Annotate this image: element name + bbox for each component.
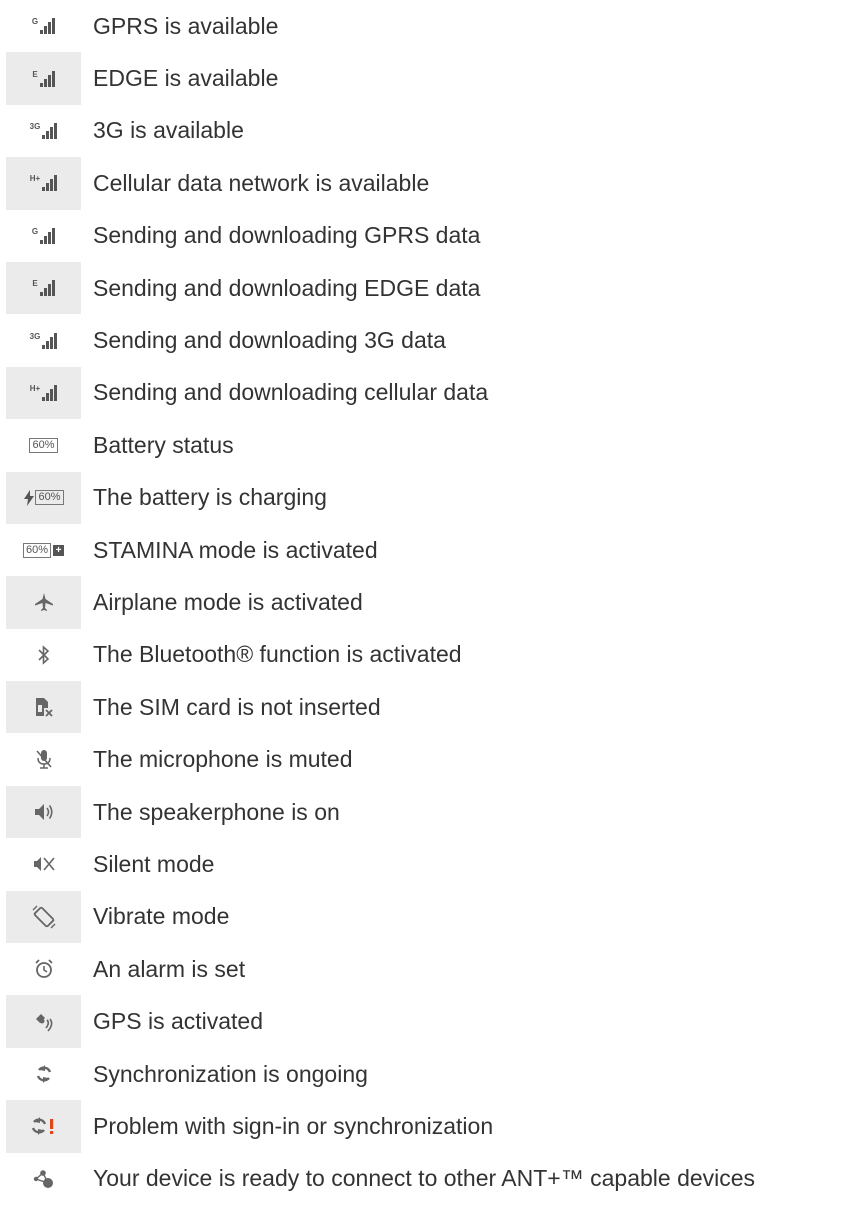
list-item-label: Problem with sign-in or synchronization	[93, 1112, 494, 1139]
list-item-label: The Bluetooth® function is activated	[93, 641, 462, 668]
list-item: The SIM card is not inserted	[0, 681, 848, 734]
list-item: E EDGE is available	[0, 52, 848, 105]
alarm-icon	[34, 959, 54, 979]
list-item: Silent mode	[0, 838, 848, 890]
list-item-label: Sending and downloading GPRS data	[93, 222, 481, 249]
status-icon-list: G GPRS is available E EDGE is available …	[0, 0, 848, 1205]
list-item-label: GPS is activated	[93, 1008, 264, 1035]
list-item: An alarm is set	[0, 943, 848, 995]
speakerphone-icon	[33, 802, 55, 822]
gps-icon	[33, 1011, 55, 1033]
mic-muted-icon	[34, 749, 54, 771]
list-item-label: Your device is ready to connect to other…	[93, 1165, 756, 1192]
list-item: Problem with sign-in or synchronization	[0, 1100, 848, 1153]
airplane-icon	[34, 592, 54, 612]
silent-icon	[33, 854, 55, 874]
list-item-label: Sending and downloading EDGE data	[93, 274, 481, 301]
list-item: E Sending and downloading EDGE data	[0, 261, 848, 315]
list-item-label: Sending and downloading 3G data	[93, 327, 446, 354]
list-item: G GPRS is available	[0, 0, 848, 52]
list-item-label: EDGE is available	[93, 65, 279, 92]
list-item: H+ Sending and downloading cellular data	[0, 366, 848, 420]
list-item-label: The speakerphone is on	[93, 798, 340, 825]
list-item: The speakerphone is on	[0, 785, 848, 839]
list-item: Airplane mode is activated	[0, 576, 848, 629]
3g-transfer-icon: 3G	[30, 332, 58, 349]
3g-icon: 3G	[30, 122, 58, 139]
list-item-label: GPRS is available	[93, 12, 279, 39]
list-item-label: Sending and downloading cellular data	[93, 379, 489, 406]
battery-charging-icon: 60%	[23, 489, 64, 506]
list-item: The Bluetooth® function is activated	[0, 629, 848, 681]
list-item: GPS is activated	[0, 995, 848, 1048]
no-sim-icon	[34, 697, 54, 717]
list-item: Synchronization is ongoing	[0, 1048, 848, 1100]
sync-icon	[35, 1064, 53, 1084]
list-item: H+ Cellular data network is available	[0, 157, 848, 210]
gprs-transfer-icon: G	[32, 227, 56, 244]
cellular-transfer-icon: H+	[30, 384, 58, 401]
list-item-label: Silent mode	[93, 850, 215, 877]
list-item-label: The SIM card is not inserted	[93, 693, 381, 720]
stamina-icon: 60% +	[22, 542, 65, 558]
list-item: Vibrate mode	[0, 890, 848, 944]
list-item-label: The battery is charging	[93, 484, 327, 511]
list-item: 3G 3G is available	[0, 105, 848, 157]
list-item: 3G Sending and downloading 3G data	[0, 314, 848, 366]
list-item: The microphone is muted	[0, 733, 848, 785]
battery-icon: 60%	[29, 437, 58, 453]
edge-transfer-icon: E	[32, 280, 55, 297]
list-item-label: Battery status	[93, 431, 234, 458]
list-item-label: 3G is available	[93, 117, 244, 144]
list-item: 60% + STAMINA mode is activated	[0, 524, 848, 576]
vibrate-icon	[32, 905, 56, 929]
bluetooth-icon	[37, 645, 51, 665]
list-item-label: Vibrate mode	[93, 903, 230, 930]
cellular-data-icon: H+	[30, 175, 58, 192]
list-item: 60% Battery status	[0, 419, 848, 471]
gprs-icon: G	[32, 18, 56, 35]
ant-icon	[32, 1168, 56, 1190]
sync-error-icon	[30, 1116, 58, 1136]
list-item-label: An alarm is set	[93, 955, 246, 982]
list-item: 60% The battery is charging	[0, 471, 848, 524]
list-item-label: Synchronization is ongoing	[93, 1060, 368, 1087]
list-item-label: Cellular data network is available	[93, 169, 430, 196]
list-item-label: The microphone is muted	[93, 746, 353, 773]
edge-icon: E	[32, 70, 55, 87]
list-item-label: Airplane mode is activated	[93, 588, 363, 615]
list-item: Your device is ready to connect to other…	[0, 1153, 848, 1205]
list-item-label: STAMINA mode is activated	[93, 536, 378, 563]
list-item: G Sending and downloading GPRS data	[0, 210, 848, 262]
